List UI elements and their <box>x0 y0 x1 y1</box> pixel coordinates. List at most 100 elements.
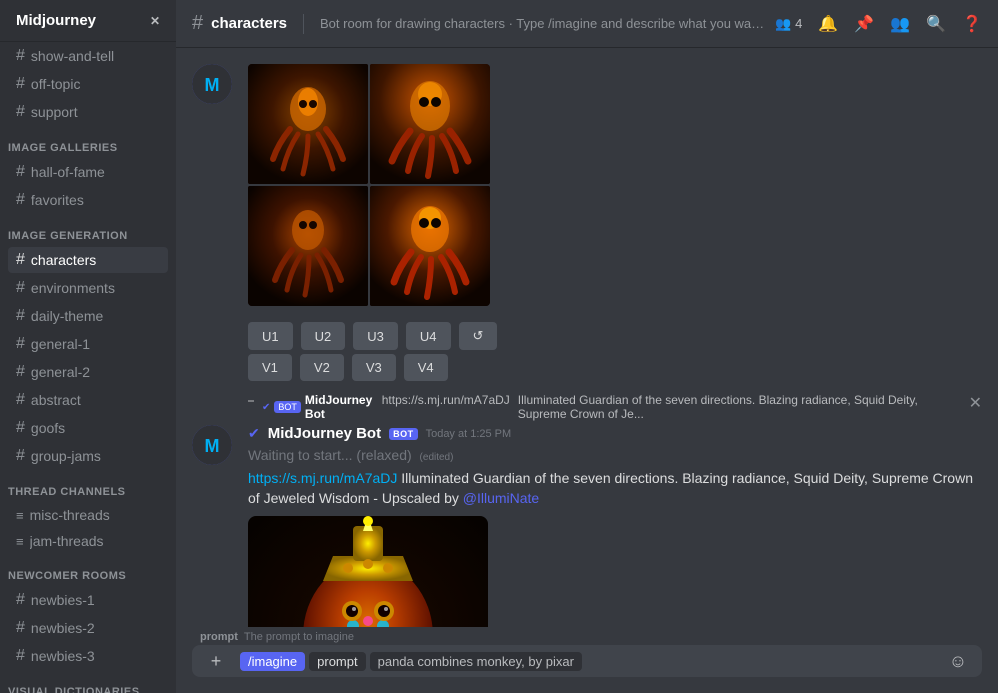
variation-1-button[interactable]: V1 <box>248 354 292 381</box>
svg-text:M: M <box>205 75 220 95</box>
sidebar-item-newbies-3[interactable]: # newbies-3 <box>8 643 168 669</box>
section-visual-dictionaries: VISUAL DICTIONARIES <box>0 670 176 693</box>
message-link[interactable]: https://s.mj.run/mA7aDJ <box>248 470 397 486</box>
variation-buttons-row: V1 V2 V3 V4 <box>248 354 982 381</box>
bot-badge-1: BOT <box>389 428 418 440</box>
large-image-attachment: JA <box>248 516 488 627</box>
verified-check-icon: ✔ <box>248 425 260 442</box>
grid-image-2 <box>370 64 490 184</box>
image-grid-attachment <box>248 64 490 306</box>
sidebar-item-show-and-tell[interactable]: # show-and-tell <box>8 43 168 69</box>
ref-author: MidJourney Bot <box>305 393 374 421</box>
member-list-icon[interactable]: 👥 <box>890 14 910 34</box>
slash-command-area[interactable]: /imagine prompt panda combines monkey, b… <box>240 652 934 671</box>
sidebar-item-characters[interactable]: # characters <box>8 247 168 273</box>
channel-label: characters <box>31 252 96 268</box>
channel-label: hall-of-fame <box>31 164 105 180</box>
reply-icon: ⎯ <box>248 393 254 408</box>
search-icon[interactable]: 🔍 <box>926 14 946 34</box>
command-param-label: prompt <box>309 652 365 671</box>
members-icon: 👥 <box>775 16 791 32</box>
bot-avatar-2: M <box>192 425 232 465</box>
sidebar-item-environments[interactable]: # environments <box>8 275 168 301</box>
sidebar-item-general-1[interactable]: # general-1 <box>8 331 168 357</box>
ref-message-text: https://s.mj.run/mA7aDJ <box>382 393 510 407</box>
hash-icon: # <box>16 307 25 325</box>
message-input-wrapper: + /imagine prompt panda combines monkey,… <box>192 645 982 677</box>
pin-icon[interactable]: 📌 <box>854 14 874 34</box>
channel-label: environments <box>31 280 115 296</box>
svg-text:M: M <box>205 436 220 456</box>
notification-icon[interactable]: 🔔 <box>818 14 838 34</box>
hash-icon: # <box>16 447 25 465</box>
verified-icon: ✔ <box>262 402 270 413</box>
channel-label: misc-threads <box>30 507 110 523</box>
command-param-value: panda combines monkey, by pixar <box>370 652 582 671</box>
channel-label: favorites <box>31 192 84 208</box>
message-timestamp-1: Today at 1:25 PM <box>426 428 512 440</box>
message-group-grid: M <box>192 64 982 381</box>
channel-label: support <box>31 104 78 120</box>
sidebar-item-newbies-1[interactable]: # newbies-1 <box>8 587 168 613</box>
ref-message-desc: Illuminated Guardian of the seven direct… <box>518 393 961 421</box>
input-area: prompt The prompt to imagine + /imagine … <box>176 627 998 693</box>
chevron-down-icon: ✕ <box>150 14 160 28</box>
upscale-2-button[interactable]: U2 <box>301 322 346 350</box>
channel-label: off-topic <box>31 76 81 92</box>
sidebar-item-newbies-2[interactable]: # newbies-2 <box>8 615 168 641</box>
sidebar-item-support[interactable]: # support <box>8 99 168 125</box>
message-reference-bar: ⎯ ✔ BOT MidJourney Bot https://s.mj.run/… <box>192 393 982 421</box>
message-link-text: https://s.mj.run/mA7aDJ Illuminated Guar… <box>248 469 982 508</box>
sidebar-item-misc-threads[interactable]: ≡ misc-threads <box>8 503 168 527</box>
channel-label: show-and-tell <box>31 48 114 64</box>
sidebar-item-off-topic[interactable]: # off-topic <box>8 71 168 97</box>
edited-tag-1: (edited) <box>420 452 454 463</box>
sidebar-item-jam-threads[interactable]: ≡ jam-threads <box>8 529 168 553</box>
sidebar-item-daily-theme[interactable]: # daily-theme <box>8 303 168 329</box>
prompt-hint: The prompt to imagine <box>244 631 354 643</box>
member-count-value: 4 <box>795 16 802 31</box>
grid-image-1 <box>248 64 368 184</box>
channel-header: # characters Bot room for drawing charac… <box>176 0 998 48</box>
channel-hash-icon: # <box>192 12 203 35</box>
sidebar-item-abstract[interactable]: # abstract <box>8 387 168 413</box>
channel-label: general-1 <box>31 336 90 352</box>
dismiss-reference-button[interactable]: ✕ <box>969 393 982 413</box>
sidebar-item-hall-of-fame[interactable]: # hall-of-fame <box>8 159 168 185</box>
upscale-4-button[interactable]: U4 <box>406 322 451 350</box>
help-icon[interactable]: ❓ <box>962 14 982 34</box>
channel-label: newbies-3 <box>31 648 95 664</box>
hash-icon: # <box>16 163 25 181</box>
hash-icon: # <box>16 251 25 269</box>
channel-label: daily-theme <box>31 308 103 324</box>
variation-4-button[interactable]: V4 <box>404 354 448 381</box>
user-mention[interactable]: @IllumiNate <box>463 490 539 506</box>
variation-2-button[interactable]: V2 <box>300 354 344 381</box>
upscale-1-button[interactable]: U1 <box>248 322 293 350</box>
server-header[interactable]: Midjourney ✕ <box>0 0 176 42</box>
sidebar-item-goofs[interactable]: # goofs <box>8 415 168 441</box>
prompt-label: prompt <box>200 631 238 643</box>
channel-topic: Bot room for drawing characters · Type /… <box>320 16 767 31</box>
section-image-generation: IMAGE GENERATION <box>0 214 176 246</box>
channel-label: group-jams <box>31 448 101 464</box>
hash-icon: # <box>16 419 25 437</box>
sidebar-item-favorites[interactable]: # favorites <box>8 187 168 213</box>
add-attachment-button[interactable]: + <box>200 645 232 677</box>
message-status-1: Waiting to start... (relaxed) <box>248 447 412 463</box>
message-content-large: ✔ MidJourney Bot BOT Today at 1:25 PM Wa… <box>248 425 982 627</box>
variation-3-button[interactable]: V3 <box>352 354 396 381</box>
hash-icon: # <box>16 591 25 609</box>
upscale-3-button[interactable]: U3 <box>353 322 398 350</box>
sidebar-item-group-jams[interactable]: # group-jams <box>8 443 168 469</box>
message-author-1: MidJourney Bot <box>268 425 381 442</box>
main-content: # characters Bot room for drawing charac… <box>176 0 998 693</box>
hash-icon: # <box>16 647 25 665</box>
message-header-1: ✔ MidJourney Bot BOT Today at 1:25 PM <box>248 425 982 442</box>
refresh-button[interactable]: ↺ <box>459 322 498 350</box>
upscale-attribution: - Upscaled by <box>373 490 462 506</box>
sidebar-item-general-2[interactable]: # general-2 <box>8 359 168 385</box>
emoji-button[interactable]: ☺ <box>942 645 974 677</box>
bot-avatar-1: M <box>192 64 232 104</box>
hash-icon: # <box>16 279 25 297</box>
